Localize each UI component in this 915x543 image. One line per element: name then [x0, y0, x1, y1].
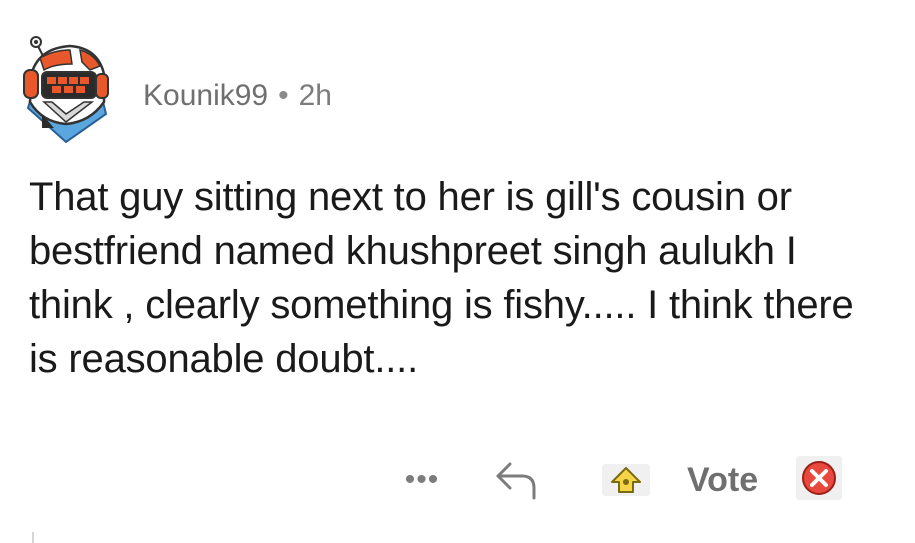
robot-avatar-icon: [23, 36, 109, 144]
more-options-icon: •••: [404, 463, 440, 496]
reply-button[interactable]: [492, 458, 546, 502]
downvote-button[interactable]: [794, 454, 844, 502]
comment-body: That guy sitting next to her is gill's c…: [29, 175, 854, 381]
avatar[interactable]: [20, 30, 112, 145]
reply-arrow-icon: [496, 462, 536, 500]
meta-separator: •: [278, 79, 289, 112]
downvote-x-icon: [796, 456, 842, 500]
comment-timestamp: 2h: [298, 79, 332, 112]
comment: Kounik99 • 2h That guy sitting next to her…: [0, 0, 915, 543]
upvote-button[interactable]: [600, 460, 652, 500]
upvote-award-icon: [602, 464, 650, 496]
more-options-button[interactable]: •••: [400, 460, 444, 500]
username-link[interactable]: Kounik99: [143, 79, 268, 112]
thread-line: [32, 532, 34, 543]
comment-meta: Kounik99 • 2h: [143, 76, 332, 116]
comment-actions: ••• Vote: [400, 452, 860, 508]
vote-count-label: Vote: [687, 461, 759, 499]
